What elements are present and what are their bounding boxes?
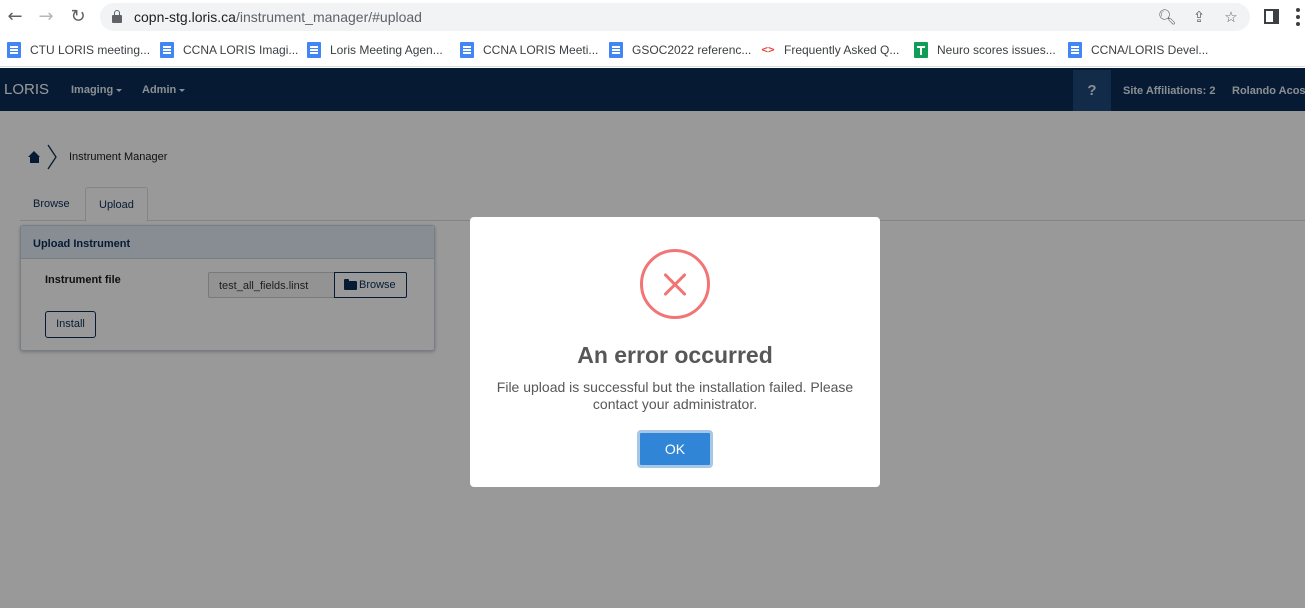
bookmark-gsoc2022-reference[interactable]: GSOC2022 referenc...	[609, 41, 751, 59]
back-arrow-icon[interactable]: ←	[3, 5, 27, 29]
ok-button[interactable]: OK	[637, 430, 713, 468]
doc-icon	[160, 42, 174, 58]
lock-icon[interactable]	[112, 10, 122, 24]
zoom-icon[interactable]: 🔍︎	[1156, 6, 1178, 28]
reload-icon[interactable]: ↻	[66, 5, 90, 29]
dialog-title: An error occurred	[577, 342, 773, 368]
doc-icon	[7, 42, 21, 58]
error-x-icon	[640, 249, 710, 319]
error-dialog: An error occurred File upload is success…	[470, 217, 880, 487]
sheet-icon	[914, 42, 928, 58]
side-panel-icon[interactable]	[1264, 9, 1279, 24]
doc-icon	[460, 42, 474, 58]
bookmark-ccna-loris-meeting[interactable]: CCNA LORIS Meeti...	[460, 41, 598, 59]
url-text[interactable]: copn-stg.loris.ca/instrument_manager/#up…	[134, 9, 422, 25]
code-icon: <>	[761, 43, 775, 56]
share-icon[interactable]: ⇪	[1188, 6, 1210, 28]
bookmark-ctu-loris-meeting[interactable]: CTU LORIS meeting...	[7, 41, 150, 59]
star-icon[interactable]: ☆	[1220, 6, 1242, 28]
doc-icon	[609, 42, 623, 58]
bookmark-neuro-scores[interactable]: Neuro scores issues...	[914, 41, 1056, 59]
bookmark-ccna-loris-imaging[interactable]: CCNA LORIS Imagi...	[160, 41, 298, 59]
bookmark-ccna-loris-devel[interactable]: CCNA/LORIS Devel...	[1068, 41, 1208, 59]
doc-icon	[1068, 42, 1082, 58]
bookmark-loris-meeting-agenda[interactable]: Loris Meeting Agen...	[307, 41, 443, 59]
more-menu-icon[interactable]	[1296, 8, 1300, 26]
doc-icon	[307, 42, 321, 58]
dialog-message: File upload is successful but the instal…	[496, 379, 854, 412]
address-bar[interactable]: copn-stg.loris.ca/instrument_manager/#up…	[100, 3, 1250, 31]
bookmark-faq[interactable]: <> Frequently Asked Q...	[761, 41, 899, 59]
forward-arrow-icon[interactable]: →	[34, 5, 58, 29]
browser-toolbar: ← → ↻ copn-stg.loris.ca/instrument_manag…	[0, 0, 1305, 34]
bookmarks-bar: CTU LORIS meeting... CCNA LORIS Imagi...…	[0, 34, 1305, 67]
